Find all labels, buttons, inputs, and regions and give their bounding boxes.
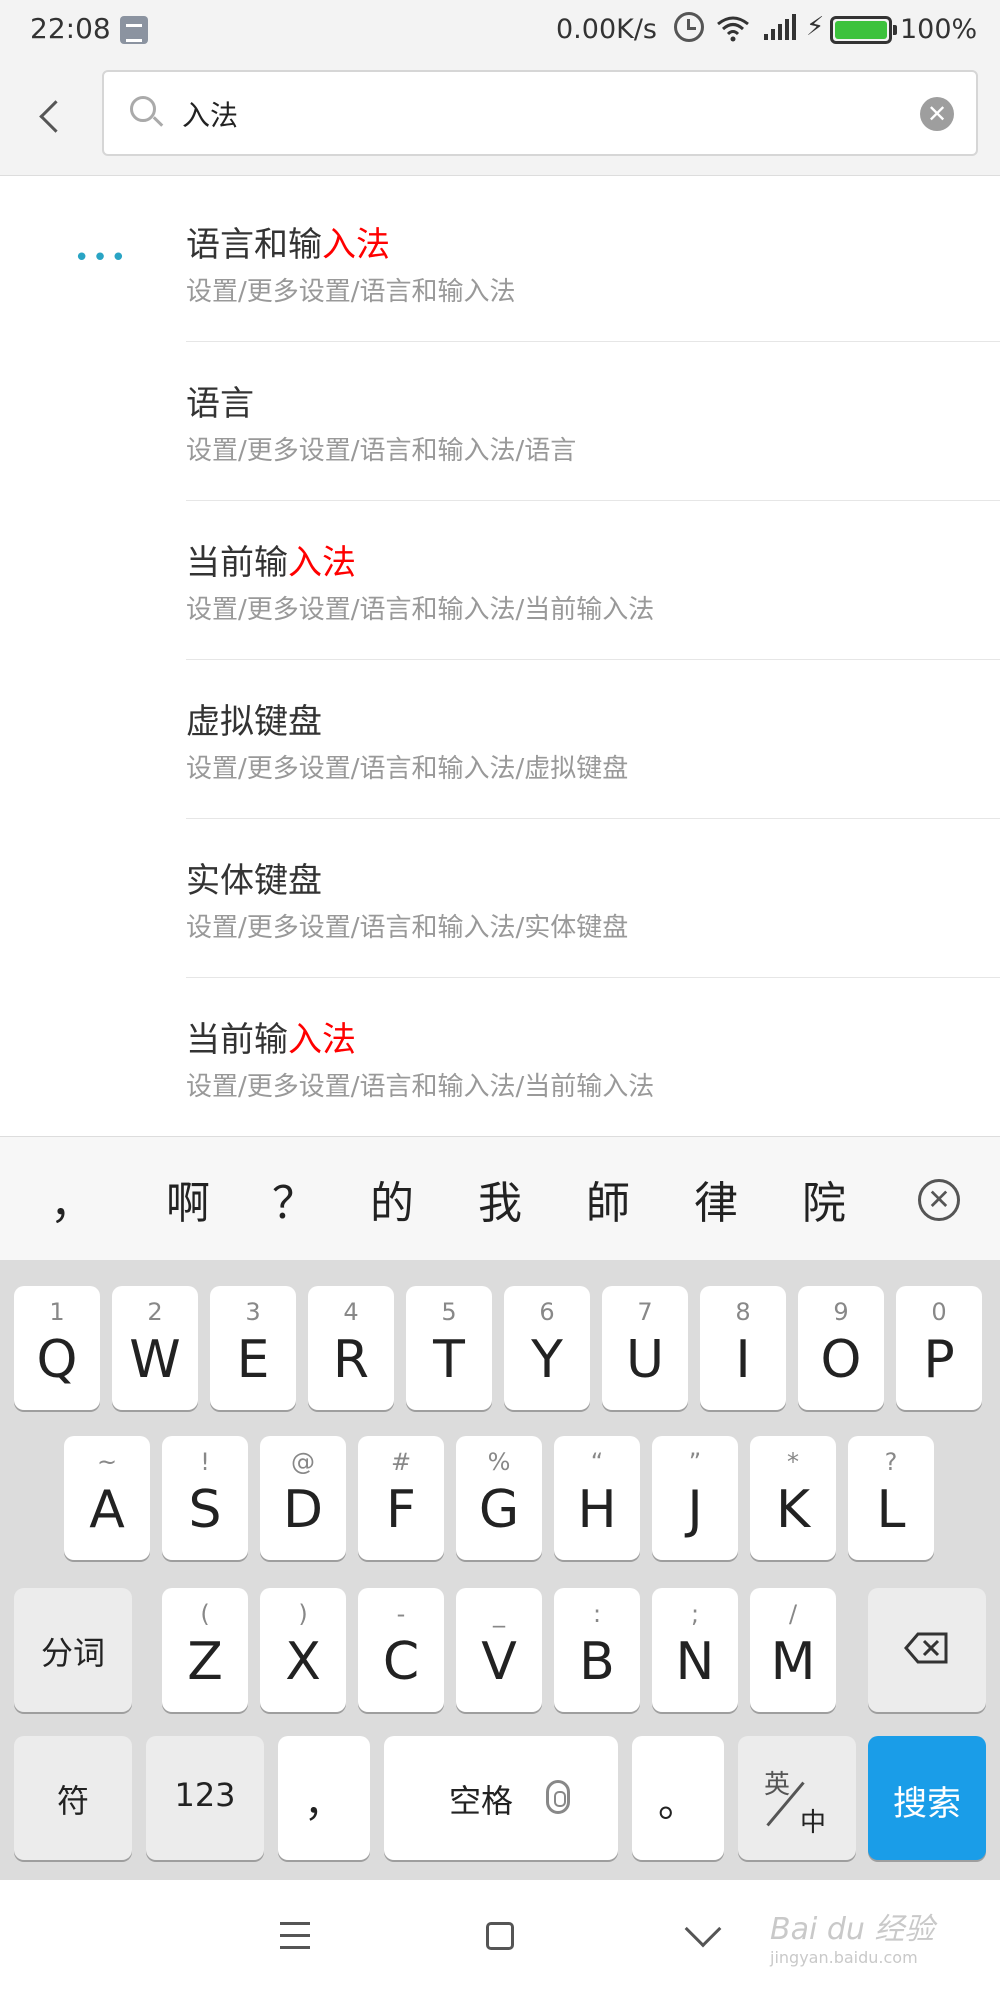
home-icon[interactable] [486,1922,514,1950]
key-p[interactable]: 0P [896,1286,982,1410]
result-item[interactable]: 语言设置/更多设置/语言和输入法/语言 [186,342,1000,501]
candidate-word[interactable]: 院 [802,1167,846,1231]
key-g[interactable]: % G [456,1436,542,1560]
key-i[interactable]: 8I [700,1286,786,1410]
key-e[interactable]: 3E [210,1286,296,1410]
key-y[interactable]: 6Y [504,1286,590,1410]
key-m[interactable]: / M [750,1588,836,1712]
result-path: 设置/更多设置/语言和输入法/当前输入法 [186,1072,655,1102]
alarm-icon [674,12,704,42]
result-title: 虚拟键盘 [186,702,322,742]
search-box[interactable]: ✕ [102,70,978,156]
symbol-key[interactable]: 符 [14,1736,132,1860]
key-u[interactable]: 7U [602,1286,688,1410]
search-input[interactable] [182,90,862,138]
result-item[interactable]: 实体键盘设置/更多设置/语言和输入法/实体键盘 [186,819,1000,978]
status-bar: 22:08 0.00K/s ⚡ 100% [0,0,1000,62]
search-icon [130,96,164,130]
language-switch-key[interactable]: 英 中 [738,1736,856,1860]
candidate-word[interactable]: ， [50,1167,94,1231]
result-path: 设置/更多设置/语言和输入法 [186,277,516,307]
key-h[interactable]: “H [554,1436,640,1560]
key-b[interactable]: :B [554,1588,640,1712]
battery-percent: 100% [900,14,978,45]
key-q[interactable]: 1Q [14,1286,100,1410]
result-item[interactable]: 当前输入法设置/更多设置/语言和输入法/当前输入法 [186,501,1000,660]
back-arrow-icon[interactable] [30,90,74,144]
key-v[interactable]: _ V [456,1588,542,1712]
charging-icon: ⚡ [806,12,825,42]
key-r[interactable]: 4R [308,1286,394,1410]
search-key[interactable]: 搜索 [868,1736,986,1860]
candidate-word[interactable]: 師 [586,1167,630,1231]
battery-icon [830,16,897,44]
mic-icon [546,1780,570,1814]
key-d[interactable]: @ D [260,1436,346,1560]
key-o[interactable]: 9O [798,1286,884,1410]
key-w[interactable]: 2W [112,1286,198,1410]
close-candidates-icon[interactable]: ✕ [918,1179,960,1221]
signal-icon [764,14,796,40]
status-time: 22:08 [30,12,111,45]
key-c[interactable]: -C [358,1588,444,1712]
result-path: 设置/更多设置/语言和输入法/实体键盘 [186,913,629,943]
candidate-word[interactable]: ？ [272,1167,316,1231]
backspace-icon [904,1632,948,1664]
numbers-key[interactable]: 123 [146,1736,264,1860]
more-icon[interactable]: ••• [74,243,129,273]
key-f[interactable]: # F [358,1436,444,1560]
key-k[interactable]: * K [750,1436,836,1560]
search-header: ✕ [0,62,1000,176]
menu-icon[interactable] [280,1922,310,1950]
notification-icon [120,16,148,44]
keyboard: 1Q2W3E4R5T6Y7U8I9O0P ~ A! S @ D # F% G “H” J * K? L … [0,1260,1000,1880]
segment-key[interactable]: 分词 [14,1588,132,1712]
result-title: 当前输入法 [186,1020,356,1060]
key-j[interactable]: ” J [652,1436,738,1560]
result-item[interactable]: 虚拟键盘设置/更多设置/语言和输入法/虚拟键盘 [186,660,1000,819]
watermark-url: jingyan.baidu.com [770,1948,918,1967]
space-key[interactable]: 空格 [384,1736,618,1860]
result-title: 语言和输入法 [186,225,390,265]
candidate-word[interactable]: 律 [694,1167,738,1231]
result-title: 语言 [186,384,254,424]
key-l[interactable]: ? L [848,1436,934,1560]
back-icon[interactable] [684,1910,722,1948]
candidate-word[interactable]: 我 [478,1167,522,1231]
network-speed: 0.00K/s [556,14,657,45]
key-s[interactable]: ! S [162,1436,248,1560]
clear-icon[interactable]: ✕ [920,97,954,131]
result-path: 设置/更多设置/语言和输入法/当前输入法 [186,595,655,625]
key-n[interactable]: ; N [652,1588,738,1712]
key-t[interactable]: 5T [406,1286,492,1410]
watermark-logo: Bai du 经验 [770,1912,935,1947]
backspace-key[interactable] [868,1588,986,1712]
candidate-bar: ， 啊 ？ 的我師律院 ✕ [0,1136,1000,1260]
period-key[interactable]: 。 [632,1736,724,1860]
wifi-icon [717,16,749,42]
result-item[interactable]: 语言和输入法设置/更多设置/语言和输入法 [186,183,1000,342]
result-item[interactable]: 当前输入法设置/更多设置/语言和输入法/当前输入法 [186,978,1000,1137]
candidate-word[interactable]: 的 [370,1167,414,1231]
result-title: 当前输入法 [186,543,356,583]
key-x[interactable]: ) X [260,1588,346,1712]
key-z[interactable]: (Z [162,1588,248,1712]
candidate-word[interactable]: 啊 [166,1167,210,1231]
result-path: 设置/更多设置/语言和输入法/虚拟键盘 [186,754,629,784]
result-title: 实体键盘 [186,861,322,901]
navigation-bar: Bai du 经验 jingyan.baidu.com [0,1880,1000,2000]
key-a[interactable]: ~ A [64,1436,150,1560]
result-path: 设置/更多设置/语言和输入法/语言 [186,436,577,466]
